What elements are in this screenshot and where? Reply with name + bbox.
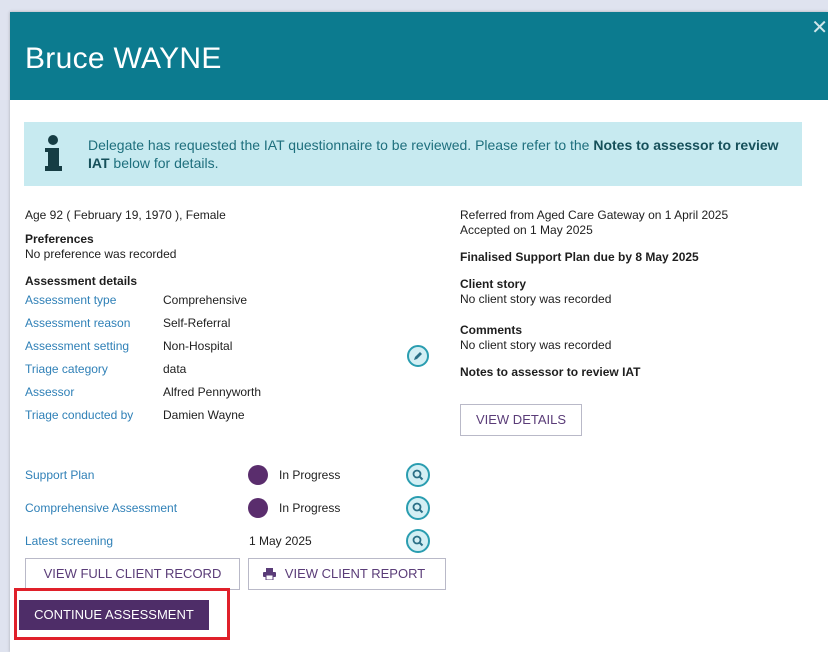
age-line: Age 92 ( February 19, 1970 ), Female bbox=[25, 208, 226, 222]
status-dot-icon bbox=[248, 498, 268, 518]
support-plan-link[interactable]: Support Plan bbox=[25, 465, 94, 485]
view-comprehensive-assessment-button[interactable] bbox=[406, 496, 430, 520]
client-name-title: Bruce WAYNE bbox=[25, 42, 222, 75]
latest-screening-link[interactable]: Latest screening bbox=[25, 531, 113, 551]
status-dot-icon bbox=[248, 465, 268, 485]
detail-value: Damien Wayne bbox=[163, 408, 245, 422]
pencil-icon bbox=[414, 352, 422, 360]
view-support-plan-button[interactable] bbox=[406, 463, 430, 487]
status-row-latest-screening: Latest screening 1 May 2025 bbox=[25, 529, 445, 553]
status-value: In Progress bbox=[279, 501, 341, 515]
banner-text-start: Delegate has requested the IAT questionn… bbox=[88, 137, 594, 153]
view-client-report-label: VIEW CLIENT REPORT bbox=[284, 566, 426, 581]
edit-assessment-button[interactable] bbox=[407, 345, 429, 367]
view-client-report-button[interactable]: VIEW CLIENT REPORT bbox=[248, 558, 446, 590]
support-plan-due: Finalised Support Plan due by 8 May 2025 bbox=[460, 250, 699, 264]
info-banner: Delegate has requested the IAT questionn… bbox=[24, 122, 802, 186]
printer-icon bbox=[263, 568, 276, 580]
detail-value: data bbox=[163, 362, 187, 376]
notes-heading: Notes to assessor to review IAT bbox=[460, 365, 641, 379]
magnifier-icon bbox=[412, 469, 424, 481]
banner-text-end: below for details. bbox=[109, 155, 219, 171]
info-icon bbox=[45, 135, 62, 171]
view-full-client-record-button[interactable]: VIEW FULL CLIENT RECORD bbox=[25, 558, 240, 590]
detail-row-assessment-setting: Assessment setting Non-Hospital bbox=[25, 335, 445, 358]
status-value: In Progress bbox=[279, 468, 341, 482]
client-summary-left: Age 92 ( February 19, 1970 ), Female Pre… bbox=[25, 208, 445, 553]
screening-date: 1 May 2025 bbox=[249, 534, 312, 548]
status-row-support-plan: Support Plan In Progress bbox=[25, 463, 445, 487]
client-story-heading: Client story bbox=[460, 277, 527, 291]
client-summary-right: Referred from Aged Care Gateway on 1 Apr… bbox=[460, 208, 820, 436]
preferences-heading: Preferences bbox=[25, 232, 94, 246]
detail-value: Alfred Pennyworth bbox=[163, 385, 262, 399]
modal-header: Bruce WAYNE bbox=[10, 12, 828, 100]
comments-heading: Comments bbox=[460, 323, 523, 337]
assessment-details-heading: Assessment details bbox=[25, 274, 138, 288]
view-latest-screening-button[interactable] bbox=[406, 529, 430, 553]
detail-row-triage-category: Triage category data bbox=[25, 358, 445, 381]
detail-value: Comprehensive bbox=[163, 293, 248, 307]
detail-value: Self-Referral bbox=[163, 316, 231, 330]
info-banner-text: Delegate has requested the IAT questionn… bbox=[88, 136, 788, 172]
comments-value: No client story was recorded bbox=[460, 338, 612, 352]
preferences-value: No preference was recorded bbox=[25, 247, 177, 261]
detail-label: Assessment setting bbox=[25, 339, 130, 353]
detail-label: Triage conducted by bbox=[25, 408, 134, 422]
client-story-value: No client story was recorded bbox=[460, 292, 612, 306]
magnifier-icon bbox=[412, 535, 424, 547]
close-icon[interactable]: ✕ bbox=[811, 18, 828, 38]
detail-label: Assessment type bbox=[25, 293, 117, 307]
detail-row-assessor: Assessor Alfred Pennyworth bbox=[25, 381, 445, 404]
view-details-button[interactable]: VIEW DETAILS bbox=[460, 404, 582, 436]
detail-row-triage-conducted-by: Triage conducted by Damien Wayne bbox=[25, 404, 445, 427]
status-row-comprehensive-assessment: Comprehensive Assessment In Progress bbox=[25, 496, 445, 520]
detail-value: Non-Hospital bbox=[163, 339, 233, 353]
client-modal: Bruce WAYNE ✕ Delegate has requested the… bbox=[10, 12, 828, 652]
continue-assessment-button[interactable]: CONTINUE ASSESSMENT bbox=[19, 600, 209, 630]
detail-row-assessment-type: Assessment type Comprehensive bbox=[25, 289, 445, 312]
accepted-line: Accepted on 1 May 2025 bbox=[460, 223, 593, 237]
referred-line: Referred from Aged Care Gateway on 1 Apr… bbox=[460, 208, 729, 222]
magnifier-icon bbox=[412, 502, 424, 514]
comprehensive-assessment-link[interactable]: Comprehensive Assessment bbox=[25, 498, 177, 518]
detail-label: Assessor bbox=[25, 385, 75, 399]
detail-label: Triage category bbox=[25, 362, 108, 376]
detail-row-assessment-reason: Assessment reason Self-Referral bbox=[25, 312, 445, 335]
detail-label: Assessment reason bbox=[25, 316, 131, 330]
